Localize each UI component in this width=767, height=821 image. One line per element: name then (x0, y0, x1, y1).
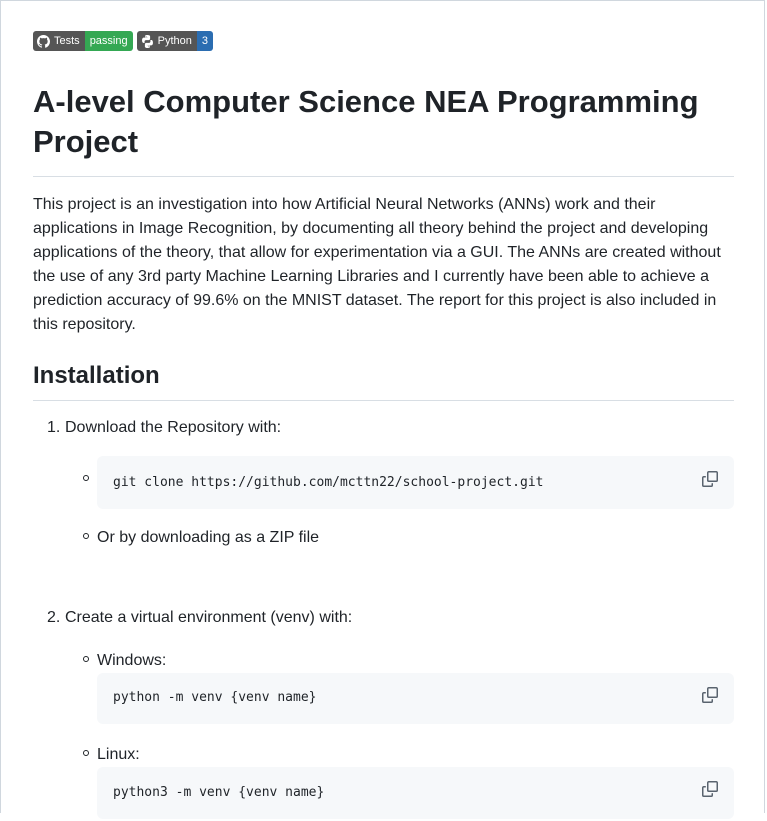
bullet-icon (83, 533, 89, 539)
copy-icon[interactable] (702, 781, 718, 797)
step-1: 1. Download the Repository with: (33, 416, 734, 440)
installation-heading: Installation (33, 361, 734, 401)
step-text: Download the Repository with: (65, 419, 282, 436)
copy-icon[interactable] (702, 687, 718, 703)
bullet-icon (83, 475, 89, 481)
tests-badge[interactable]: Tests passing (33, 31, 133, 51)
python-icon (141, 34, 153, 48)
step-number: 1. (47, 419, 61, 436)
linux-label: Linux: (97, 746, 140, 763)
zip-download-text: Or by downloading as a ZIP file (97, 529, 320, 546)
github-icon (37, 34, 50, 48)
python-badge[interactable]: Python 3 (136, 31, 213, 51)
bullet-icon (83, 750, 89, 756)
step-number: 2. (47, 609, 61, 626)
python-badge-label: Python (157, 35, 192, 47)
page-title: A-level Computer Science NEA Programming… (33, 82, 734, 177)
tests-badge-status: passing (84, 31, 133, 51)
badge-row: Tests passing Python 3 (33, 31, 734, 51)
code-block-windows-venv: python -m venv {venv name} (97, 673, 734, 724)
project-description: This project is an investigation into ho… (33, 196, 721, 333)
step-2: 2. Create a virtual environment (venv) w… (33, 606, 734, 630)
code-text[interactable]: python3 -m venv {venv name} (113, 785, 324, 800)
code-block-linux-venv: python3 -m venv {venv name} (97, 767, 734, 819)
tests-badge-label: Tests (54, 35, 80, 47)
readme-content: Tests passing Python 3 A-level Computer … (33, 31, 734, 821)
python-badge-version: 3 (196, 31, 213, 51)
bullet-icon (83, 656, 89, 662)
code-text[interactable]: git clone https://github.com/mcttn22/sch… (113, 475, 543, 490)
installation-steps: 1. Download the Repository with: git clo… (33, 401, 734, 821)
code-text[interactable]: python -m venv {venv name} (113, 690, 317, 705)
copy-icon[interactable] (702, 471, 718, 487)
step-text: Create a virtual environment (venv) with… (65, 609, 353, 626)
code-block-git-clone: git clone https://github.com/mcttn22/sch… (97, 456, 734, 509)
windows-label: Windows: (97, 652, 167, 669)
